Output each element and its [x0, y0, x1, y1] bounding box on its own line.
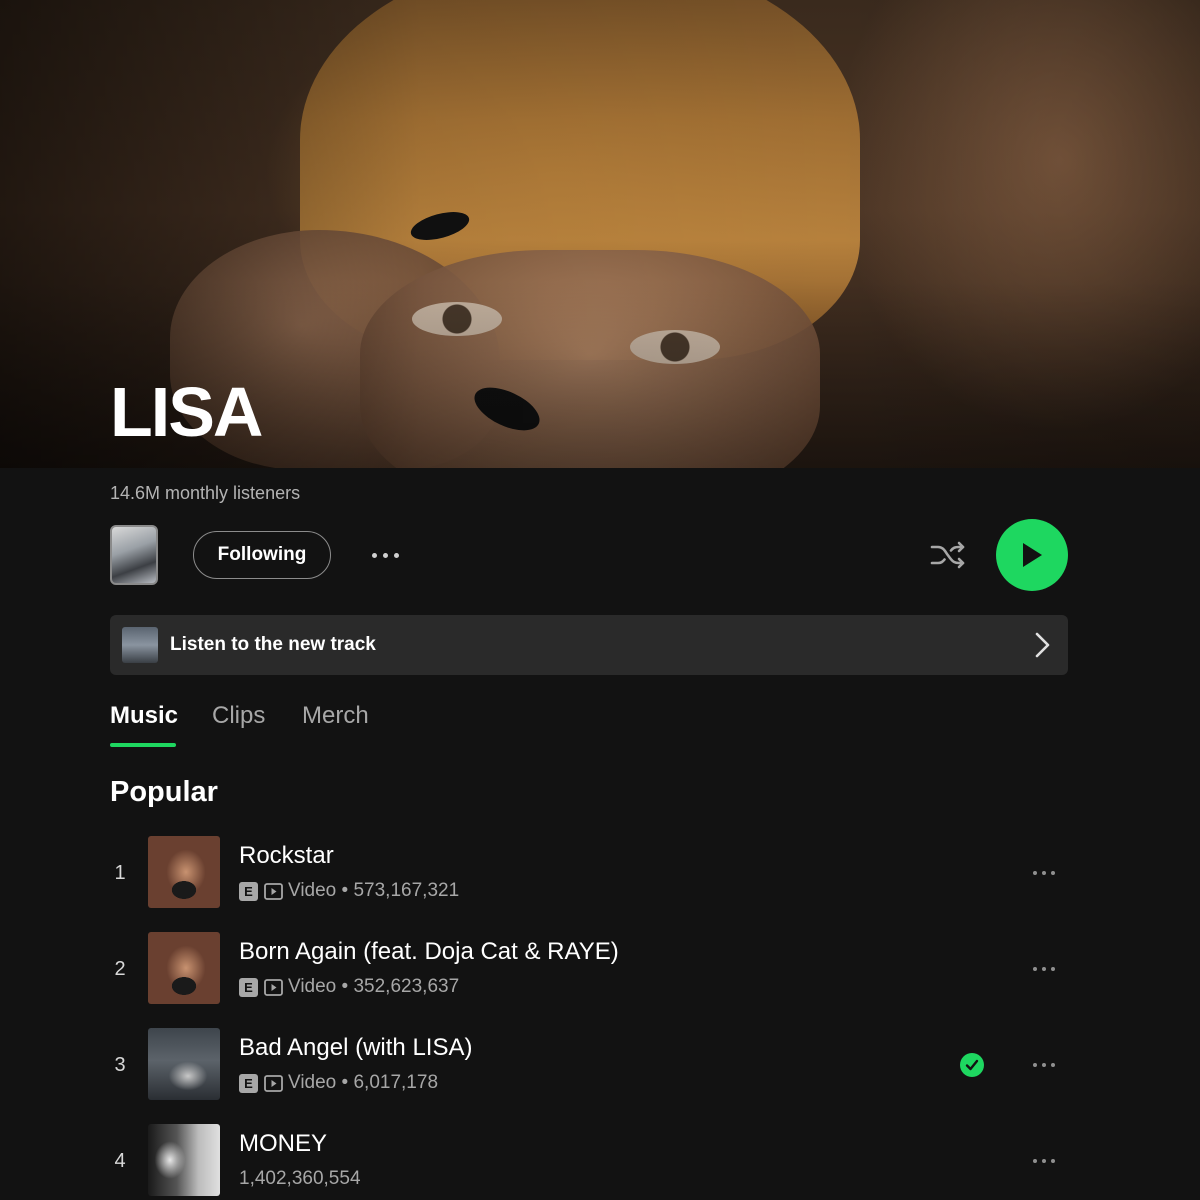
new-track-banner[interactable]: Listen to the new track [110, 615, 1068, 675]
artist-name: LISA [110, 373, 263, 451]
play-count: 6,017,178 [353, 1072, 439, 1093]
track-title: MONEY [239, 1130, 328, 1157]
track-rank: 1 [114, 862, 126, 884]
new-track-label: Listen to the new track [170, 634, 376, 655]
track-rank: 2 [114, 958, 126, 980]
play-icon [1023, 543, 1042, 567]
explicit-badge: E [239, 977, 258, 997]
new-track-thumbnail [122, 627, 158, 663]
explicit-badge: E [239, 881, 258, 901]
track-meta: E Video • 573,167,321 [239, 880, 459, 902]
track-more-options-icon[interactable] [1024, 858, 1064, 888]
track-artwork [148, 932, 220, 1004]
video-label: Video [288, 976, 337, 997]
saved-check-icon[interactable] [960, 1053, 984, 1077]
track-row[interactable]: 1 Rockstar E Video • 573,167,321 [0, 836, 1200, 912]
artist-pick-thumbnail[interactable] [110, 525, 158, 585]
track-artwork [148, 836, 220, 908]
active-tab-indicator [110, 743, 176, 747]
track-rank: 3 [114, 1054, 126, 1076]
tab-clips[interactable]: Clips [212, 702, 265, 730]
tab-merch[interactable]: Merch [302, 702, 369, 730]
play-count: 573,167,321 [353, 880, 460, 901]
track-more-options-icon[interactable] [1024, 1050, 1064, 1080]
track-meta: E Video • 352,623,637 [239, 976, 459, 998]
shuffle-icon[interactable] [926, 535, 970, 575]
video-label: Video [288, 880, 337, 901]
track-row[interactable]: 2 Born Again (feat. Doja Cat & RAYE) E V… [0, 932, 1200, 1008]
popular-heading: Popular [110, 776, 218, 808]
track-title: Rockstar [239, 842, 334, 869]
video-icon [264, 1074, 283, 1092]
following-button[interactable]: Following [193, 531, 331, 579]
video-icon [264, 978, 283, 996]
explicit-badge: E [239, 1073, 258, 1093]
track-more-options-icon[interactable] [1024, 1146, 1064, 1176]
play-count: 1,402,360,554 [239, 1168, 361, 1189]
play-count: 352,623,637 [353, 976, 460, 997]
tab-music[interactable]: Music [110, 702, 178, 730]
more-options-icon[interactable] [364, 540, 406, 570]
track-title: Bad Angel (with LISA) [239, 1034, 473, 1061]
video-label: Video [288, 1072, 337, 1093]
track-artwork [148, 1124, 220, 1196]
track-artwork [148, 1028, 220, 1100]
track-row[interactable]: 3 Bad Angel (with LISA) E Video • 6,017,… [0, 1028, 1200, 1104]
track-meta: E Video • 6,017,178 [239, 1072, 438, 1094]
track-rank: 4 [114, 1150, 126, 1172]
track-meta: 1,402,360,554 [239, 1168, 361, 1190]
track-row[interactable]: 4 MONEY 1,402,360,554 [0, 1124, 1200, 1200]
track-more-options-icon[interactable] [1024, 954, 1064, 984]
play-button[interactable] [996, 519, 1068, 591]
track-title: Born Again (feat. Doja Cat & RAYE) [239, 938, 619, 965]
monthly-listeners: 14.6M monthly listeners [110, 483, 301, 503]
video-icon [264, 882, 283, 900]
chevron-right-icon [1035, 632, 1050, 658]
